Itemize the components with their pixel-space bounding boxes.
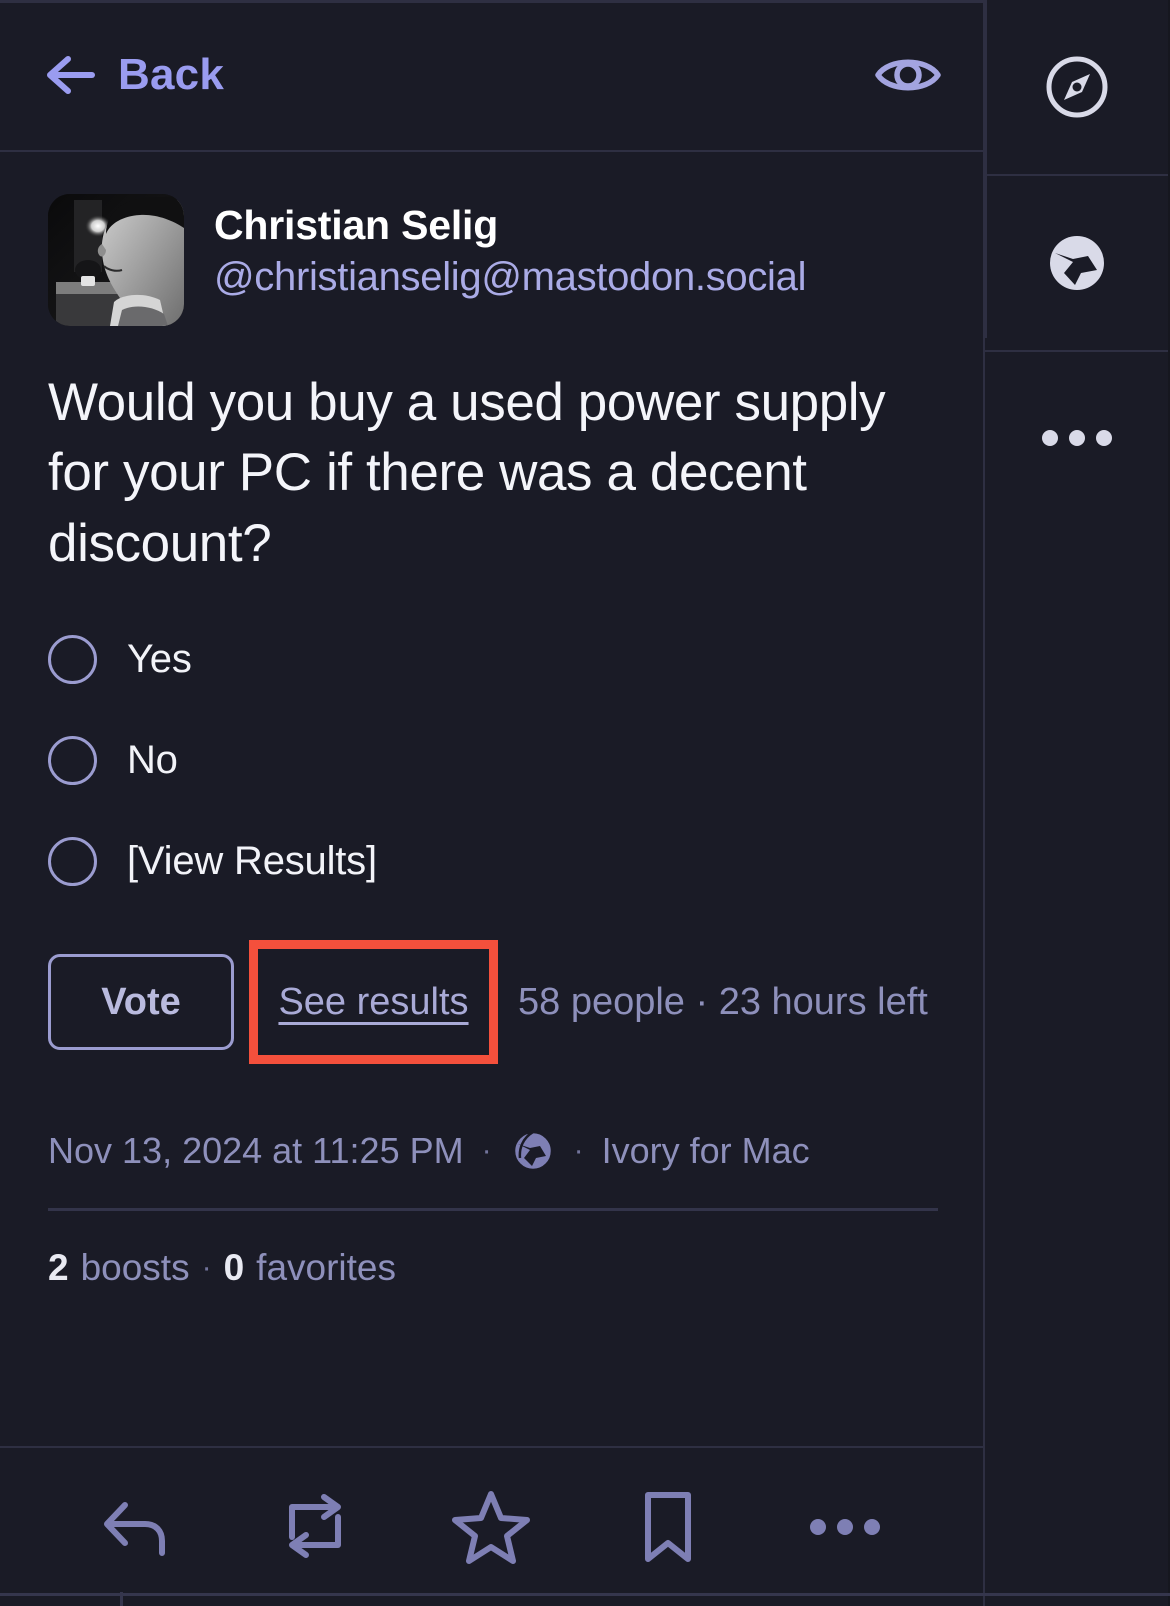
favorite-button[interactable] <box>446 1482 536 1572</box>
right-sidebar <box>985 0 1168 1606</box>
author-row[interactable]: Christian Selig @christianselig@mastodon… <box>48 194 935 326</box>
more-icon <box>807 1515 883 1539</box>
sidebar-item-more[interactable] <box>985 352 1168 528</box>
post-container: Christian Selig @christianselig@mastodon… <box>0 152 983 1446</box>
favorites-label[interactable]: favorites <box>256 1247 396 1289</box>
post-timestamp: Nov 13, 2024 at 11:25 PM <box>48 1130 464 1172</box>
poll-option-yes[interactable]: Yes <box>48 635 935 685</box>
poll-meta-text: 58 people · 23 hours left <box>518 980 928 1023</box>
post-detail-column: Back Christian Selig @christianselig@mas… <box>0 0 985 1606</box>
more-button[interactable] <box>800 1482 890 1572</box>
bottom-divider <box>0 1593 1170 1596</box>
bottom-tick-divider <box>120 1592 123 1606</box>
arrow-left-icon <box>44 53 96 97</box>
boost-icon <box>278 1491 352 1563</box>
poll-option-view-results[interactable]: [View Results] <box>48 837 935 887</box>
see-results-highlight-box: See results <box>249 940 498 1065</box>
sidebar-item-federated[interactable] <box>985 176 1168 352</box>
sidebar-item-explore[interactable] <box>985 0 1168 176</box>
app-root: Back Christian Selig @christianselig@mas… <box>0 0 1170 1606</box>
globe-icon <box>1043 229 1111 297</box>
boosts-label[interactable]: boosts <box>81 1247 190 1289</box>
post-app-name: Ivory for Mac <box>601 1130 810 1172</box>
poll-actions-row: Vote See results 58 people · 23 hours le… <box>48 940 935 1065</box>
post-action-bar <box>0 1446 983 1606</box>
meta-separator: · <box>573 1134 584 1168</box>
vote-button[interactable]: Vote <box>48 954 234 1051</box>
stats-separator: · <box>201 1251 212 1285</box>
globe-icon <box>510 1128 556 1174</box>
radio-circle-icon[interactable] <box>48 837 97 887</box>
author-meta: Christian Selig @christianselig@mastodon… <box>214 194 806 300</box>
radio-circle-icon[interactable] <box>48 736 97 786</box>
avatar[interactable] <box>48 194 184 326</box>
boost-button[interactable] <box>270 1482 360 1572</box>
bookmark-icon <box>640 1489 696 1565</box>
poll-option-label: No <box>127 738 178 783</box>
author-display-name: Christian Selig <box>214 202 499 248</box>
back-label: Back <box>118 50 224 99</box>
favorite-star-icon <box>451 1489 531 1565</box>
author-handle[interactable]: @christianselig@mastodon.social <box>214 255 806 300</box>
back-button[interactable]: Back <box>44 50 224 100</box>
reply-button[interactable] <box>93 1482 183 1572</box>
bookmark-button[interactable] <box>623 1482 713 1572</box>
navigation-bar: Back <box>0 0 983 152</box>
favorites-count: 0 <box>223 1247 245 1289</box>
poll-option-label: Yes <box>127 637 192 682</box>
meta-separator: · <box>481 1134 492 1168</box>
poll-options: Yes No [View Results] <box>48 635 935 887</box>
radio-circle-icon[interactable] <box>48 635 97 685</box>
more-icon <box>1039 427 1115 454</box>
post-content-text: Would you buy a used power supply for yo… <box>48 373 886 573</box>
boosts-count: 2 <box>48 1247 69 1289</box>
post-stats-row: 2 boosts · 0 favorites <box>48 1247 935 1289</box>
meta-divider <box>48 1208 938 1212</box>
compass-explore-icon <box>1043 53 1111 121</box>
see-results-link[interactable]: See results <box>278 981 468 1024</box>
poll-option-label: [View Results] <box>127 839 377 884</box>
post-meta-row: Nov 13, 2024 at 11:25 PM · · Ivory for M… <box>48 1128 935 1174</box>
reply-icon <box>99 1491 177 1563</box>
poll-option-no[interactable]: No <box>48 736 935 786</box>
eye-icon[interactable] <box>873 49 943 101</box>
